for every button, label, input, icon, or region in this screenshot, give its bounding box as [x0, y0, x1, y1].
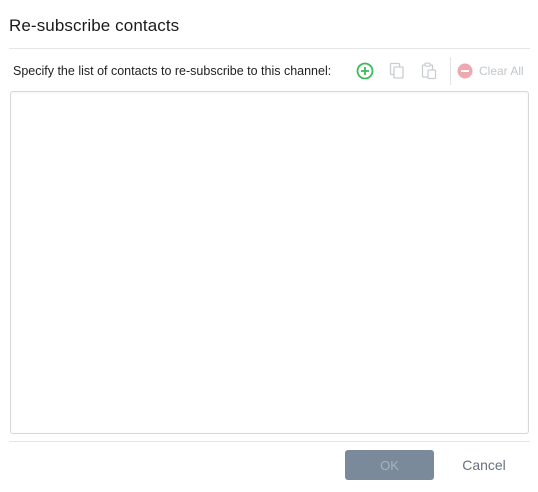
title-divider [9, 48, 530, 49]
ok-button[interactable]: OK [345, 450, 434, 480]
dialog-title: Re-subscribe contacts [9, 16, 180, 35]
clear-all-label: Clear All [479, 64, 524, 78]
add-circle-icon [356, 62, 374, 80]
footer-divider [9, 441, 530, 442]
copy-button[interactable] [384, 58, 410, 84]
copy-icon [389, 62, 404, 79]
contacts-textarea[interactable] [10, 91, 529, 434]
minus-circle-icon [457, 63, 473, 79]
instruction-text: Specify the list of contacts to re-subsc… [13, 64, 332, 78]
contacts-toolbar: Clear All [352, 57, 524, 85]
clear-all-button[interactable]: Clear All [457, 58, 524, 84]
paste-button[interactable] [416, 58, 442, 84]
add-contact-button[interactable] [352, 58, 378, 84]
cancel-button[interactable]: Cancel [448, 450, 520, 480]
paste-icon [421, 62, 437, 80]
toolbar-separator [450, 57, 451, 85]
